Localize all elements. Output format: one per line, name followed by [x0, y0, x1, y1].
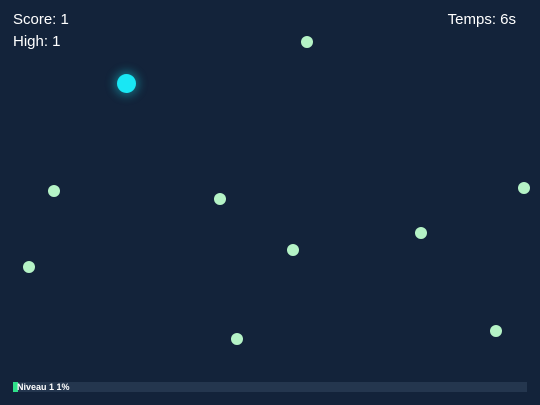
food-pellet [48, 185, 60, 197]
game-canvas[interactable]: Score: 1 High: 1 Temps: 6s Niveau 1 1% [0, 0, 540, 405]
high-score-display: High: 1 [13, 33, 61, 50]
food-pellet [231, 333, 243, 345]
level-progress-bar: Niveau 1 1% [13, 382, 527, 392]
level-progress-label: Niveau 1 1% [17, 382, 70, 392]
timer-display: Temps: 6s [447, 11, 516, 28]
food-pellet [23, 261, 35, 273]
food-pellet [415, 227, 427, 239]
food-pellet [301, 36, 313, 48]
score-display: Score: 1 [13, 11, 69, 28]
food-pellet [214, 193, 226, 205]
food-pellet [490, 325, 502, 337]
food-pellet [518, 182, 530, 194]
food-pellet [287, 244, 299, 256]
player-orb[interactable] [117, 74, 136, 93]
